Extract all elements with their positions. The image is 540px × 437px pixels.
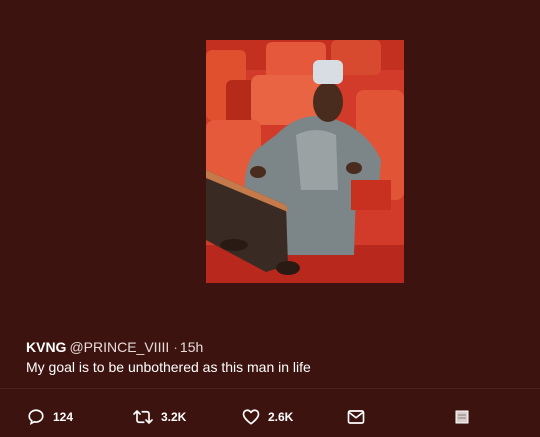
more-icon — [455, 410, 469, 424]
like-count: 2.6K — [268, 410, 294, 424]
retweet-icon — [133, 408, 153, 426]
user-handle[interactable]: @PRINCE_VIIII — [69, 339, 169, 355]
photo-man-in-red-seats — [206, 40, 404, 283]
like-button[interactable]: 2.6K — [242, 405, 293, 429]
retweet-count: 3.2K — [161, 410, 187, 424]
divider — [0, 388, 540, 389]
tweet-photo[interactable] — [206, 40, 404, 283]
reply-button[interactable]: 124 — [27, 405, 73, 429]
direct-message-button[interactable] — [347, 405, 365, 429]
tweet-actions: 124 3.2K 2.6K — [0, 405, 540, 429]
tweet-header: KVNG @PRINCE_VIIII · 15h — [26, 339, 203, 356]
tweet-text: My goal is to be unbothered as this man … — [26, 359, 311, 375]
separator-dot: · — [173, 339, 178, 355]
more-button[interactable] — [455, 405, 469, 429]
reply-count: 124 — [53, 410, 74, 424]
retweet-button[interactable]: 3.2K — [133, 405, 186, 429]
envelope-icon — [347, 409, 365, 425]
reply-icon — [27, 408, 45, 426]
heart-icon — [242, 408, 260, 426]
tweet-timestamp[interactable]: 15h — [180, 339, 203, 355]
display-name[interactable]: KVNG — [26, 339, 66, 355]
